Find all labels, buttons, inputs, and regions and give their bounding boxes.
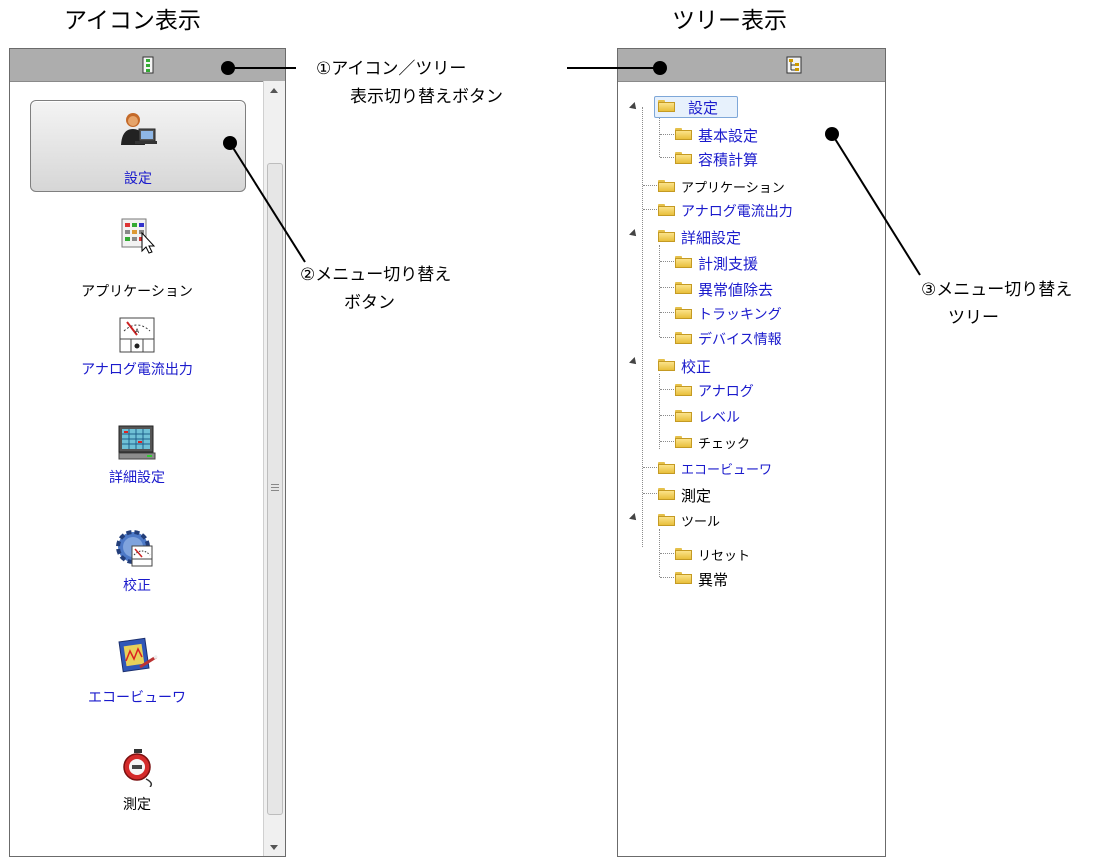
callout-menu-tree-line1: ③メニュー切り替え	[921, 280, 1073, 300]
callout-menu-tree-line2: ツリー	[948, 308, 999, 328]
callout-lines	[221, 61, 921, 276]
callout-view-toggle-line1: ①アイコン／ツリー	[316, 59, 467, 79]
callout-menu-button-line2: ボタン	[344, 293, 395, 313]
callout-view-toggle-line2: 表示切り替えボタン	[350, 87, 503, 107]
callout-menu-button-line1: ②メニュー切り替え	[300, 265, 452, 285]
